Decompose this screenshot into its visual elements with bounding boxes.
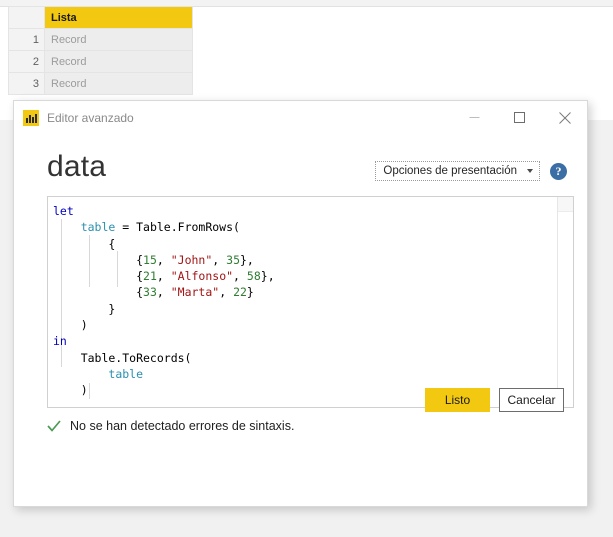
row-number: 1 — [8, 28, 45, 51]
code-token: "Marta" — [170, 285, 220, 300]
cell-record[interactable]: Record — [44, 28, 193, 51]
code-token: in — [53, 334, 67, 349]
table-row[interactable]: 3 Record — [8, 72, 193, 95]
dialog-title: Editor avanzado — [47, 110, 134, 125]
code-token: , — [156, 269, 171, 284]
display-options-label: Opciones de presentación — [383, 165, 517, 177]
cell-record[interactable]: Record — [44, 72, 193, 95]
code-token: 58 — [246, 269, 261, 284]
help-icon[interactable]: ? — [550, 162, 567, 180]
code-token: { — [53, 236, 116, 251]
code-token: , — [156, 285, 171, 300]
code-text[interactable]: let table = Table.FromRows( { {15, "John… — [48, 197, 573, 399]
code-token: "John" — [170, 252, 213, 267]
code-token: , — [219, 285, 234, 300]
maximize-icon[interactable] — [497, 101, 542, 134]
preview-table: Lista 1 Record 2 Record 3 Record — [8, 6, 193, 95]
editor-header: data Opciones de presentación ? — [14, 134, 587, 184]
row-number: 3 — [8, 72, 45, 95]
code-token: { — [53, 285, 144, 300]
code-token: = Table.FromRows( — [115, 220, 240, 235]
code-token: } — [53, 301, 116, 316]
power-bi-icon — [23, 109, 39, 126]
code-token: 35 — [226, 252, 240, 267]
check-icon — [47, 420, 61, 432]
cell-record[interactable]: Record — [44, 50, 193, 73]
minimize-icon[interactable] — [452, 101, 497, 134]
chevron-down-icon — [527, 169, 533, 173]
table-header-row: Lista — [8, 6, 193, 29]
code-token: table — [108, 366, 144, 381]
code-token: Table.ToRecords( — [53, 350, 192, 365]
header-right-controls: Opciones de presentación ? — [375, 161, 567, 184]
advanced-editor-dialog: Editor avanzado data Opciones de present… — [13, 100, 588, 507]
code-token: ) — [53, 383, 88, 398]
code-token: { — [53, 252, 144, 267]
row-number: 2 — [8, 50, 45, 73]
close-icon[interactable] — [542, 101, 587, 134]
code-token: 22 — [233, 285, 247, 300]
code-token: 15 — [143, 252, 157, 267]
dialog-titlebar[interactable]: Editor avanzado — [14, 101, 587, 134]
column-header-lista[interactable]: Lista — [44, 6, 193, 29]
code-token: } — [246, 285, 254, 300]
code-token: ) — [53, 318, 88, 333]
code-token: table — [80, 220, 116, 235]
window-controls — [452, 101, 587, 134]
display-options-dropdown[interactable]: Opciones de presentación — [375, 161, 540, 181]
dialog-body: data Opciones de presentación ? let tabl… — [14, 134, 587, 433]
syntax-status: No se han detectado errores de sintaxis. — [47, 419, 587, 433]
query-name: data — [47, 150, 107, 183]
code-token: let — [53, 204, 74, 218]
code-token: , — [212, 252, 227, 267]
code-token: "Alfonso" — [170, 269, 234, 284]
table-row[interactable]: 2 Record — [8, 50, 193, 73]
code-token: }, — [240, 252, 254, 267]
table-row[interactable]: 1 Record — [8, 28, 193, 51]
code-token: { — [53, 269, 144, 284]
code-token: }, — [260, 269, 275, 284]
code-editor[interactable]: let table = Table.FromRows( { {15, "John… — [47, 196, 574, 408]
code-token: , — [156, 252, 171, 267]
code-token: , — [233, 269, 247, 284]
row-number-header — [8, 6, 45, 29]
code-token: 33 — [143, 285, 157, 300]
code-token: 21 — [143, 269, 157, 284]
syntax-status-text: No se han detectado errores de sintaxis. — [70, 419, 295, 433]
